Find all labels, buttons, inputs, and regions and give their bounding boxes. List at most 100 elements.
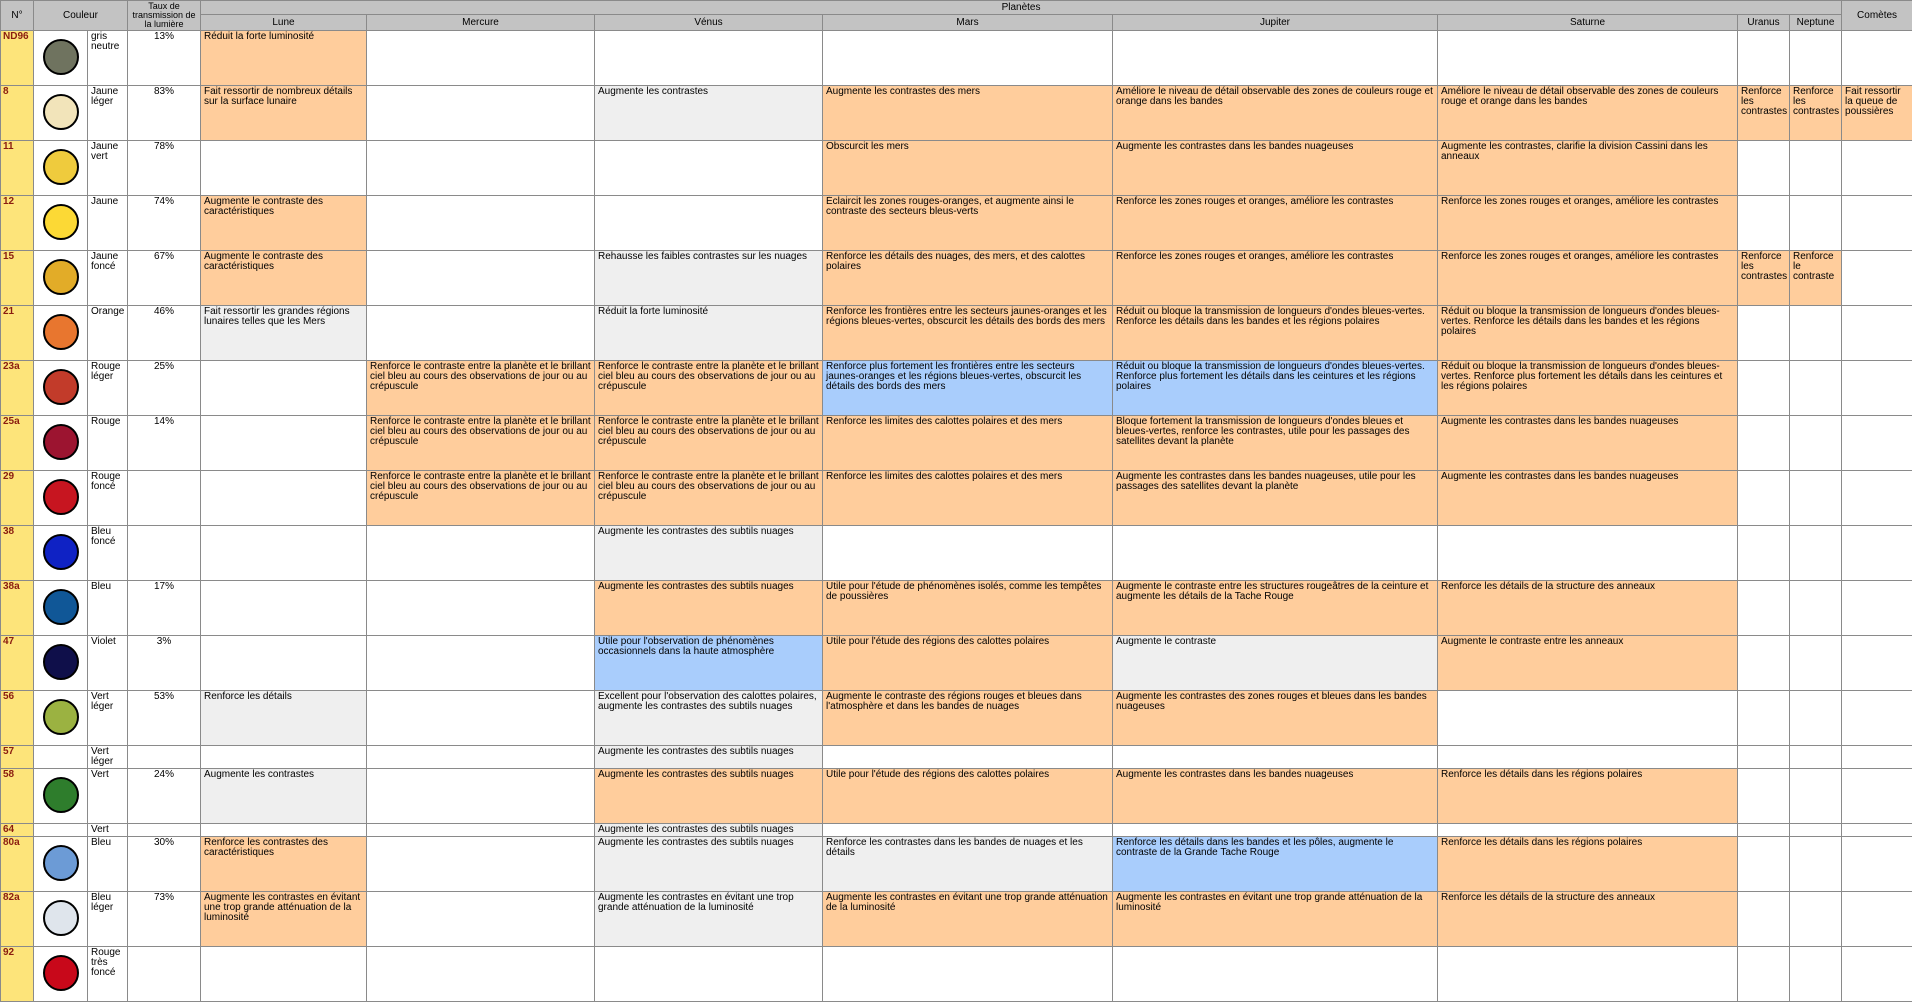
- cell-mars: Renforce les limites des calottes polair…: [822, 415, 1113, 471]
- cell-saturne: Renforce les détails de la structure des…: [1437, 891, 1738, 947]
- cell-saturne: Renforce les zones rouges et oranges, am…: [1437, 195, 1738, 251]
- cell-saturne: Augmente les contrastes dans les bandes …: [1437, 415, 1738, 471]
- cell-lune: [200, 823, 367, 837]
- color-swatch: [42, 776, 79, 813]
- cell-mercure: [366, 30, 595, 86]
- header-row-2: Lune Mercure Vénus Mars Jupiter Saturne …: [1, 14, 1912, 31]
- cell-venus: Augmente les contrastes des subtils nuag…: [594, 823, 823, 837]
- color-name: gris neutre: [87, 30, 128, 86]
- header-planet-mars: Mars: [822, 14, 1113, 31]
- cell-mercure: Renforce le contraste entre la planète e…: [366, 470, 595, 526]
- cell-cometes: [1841, 470, 1912, 526]
- cell-cometes: [1841, 690, 1912, 746]
- cell-mercure: Renforce le contraste entre la planète e…: [366, 415, 595, 471]
- cell-neptune: [1788, 415, 1843, 471]
- cell-saturne: [1437, 690, 1738, 746]
- table-row: 23a Rouge léger 25% Renforce le contraste e…: [0, 360, 1912, 416]
- cell-lune: Réduit la forte luminosité: [200, 30, 367, 86]
- cell-saturne: Augmente les contrastes, clarifie la div…: [1437, 140, 1738, 196]
- color-name: Bleu: [87, 580, 128, 636]
- color-swatch-cell: [33, 140, 88, 196]
- cell-lune: [200, 946, 367, 1002]
- cell-venus: Excellent pour l'observation des calotte…: [594, 690, 823, 746]
- cell-lune: Augmente les contrastes en évitant une t…: [200, 891, 367, 947]
- color-swatch-cell: [33, 250, 88, 306]
- header-comets: Comètes: [1841, 0, 1912, 31]
- cell-lune: Augmente le contraste des caractéristiqu…: [200, 195, 367, 251]
- cell-cometes: [1841, 360, 1912, 416]
- color-swatch-cell: [33, 525, 88, 581]
- cell-mars: Obscurcit les mers: [822, 140, 1113, 196]
- cell-jupiter: Renforce les zones rouges et oranges, am…: [1112, 250, 1438, 306]
- cell-mars: Augmente le contraste des régions rouges…: [822, 690, 1113, 746]
- cell-lune: [200, 635, 367, 691]
- header-color: Couleur: [33, 0, 128, 31]
- cell-cometes: [1841, 946, 1912, 1002]
- color-swatch-cell: [33, 85, 88, 141]
- cell-cometes: [1841, 836, 1912, 892]
- cell-mercure: [366, 195, 595, 251]
- cell-lune: Augmente le contraste des caractéristiqu…: [200, 250, 367, 306]
- table-row: 25a Rouge 14% Renforce le contraste entre l…: [0, 415, 1912, 471]
- cell-mercure: [366, 85, 595, 141]
- header-planet-jupiter: Jupiter: [1112, 14, 1438, 31]
- cell-uranus: [1737, 415, 1790, 471]
- cell-venus: Augmente les contrastes des subtils nuag…: [594, 580, 823, 636]
- cell-neptune: [1788, 836, 1843, 892]
- cell-jupiter: Améliore le niveau de détail observable …: [1112, 85, 1438, 141]
- cell-neptune: [1788, 690, 1843, 746]
- cell-venus: Utile pour l'observation de phénomènes o…: [594, 635, 823, 691]
- cell-jupiter: Réduit ou bloque la transmission de long…: [1112, 305, 1438, 361]
- color-name: Orange: [87, 305, 128, 361]
- cell-uranus: [1737, 195, 1790, 251]
- cell-venus: [594, 946, 823, 1002]
- cell-neptune: [1788, 745, 1843, 769]
- cell-uranus: [1737, 580, 1790, 636]
- color-swatch-cell: [33, 195, 88, 251]
- filter-number: 21: [0, 305, 34, 361]
- cell-lune: Augmente les contrastes: [200, 768, 367, 824]
- cell-mercure: [366, 891, 595, 947]
- cell-venus: Augmente les contrastes des subtils nuag…: [594, 768, 823, 824]
- header-planet-saturne: Saturne: [1437, 14, 1738, 31]
- cell-venus: Renforce le contraste entre la planète e…: [594, 470, 823, 526]
- cell-mars: Renforce les détails des nuages, des mer…: [822, 250, 1113, 306]
- cell-cometes: [1841, 415, 1912, 471]
- cell-mercure: [366, 836, 595, 892]
- transmission-rate: [127, 525, 201, 581]
- cell-mars: Augmente les contrastes en évitant une t…: [822, 891, 1113, 947]
- header-planet-neptune: Neptune: [1788, 14, 1843, 31]
- filter-number: 38: [0, 525, 34, 581]
- cell-lune: Renforce les contrastes des caractéristi…: [200, 836, 367, 892]
- color-swatch: [42, 643, 79, 680]
- transmission-rate: 25%: [127, 360, 201, 416]
- cell-mars: [822, 745, 1113, 769]
- cell-cometes: Fait ressortir la queue de poussières: [1841, 85, 1912, 141]
- color-swatch: [42, 258, 79, 295]
- color-name: Vert: [87, 768, 128, 824]
- cell-uranus: [1737, 836, 1790, 892]
- color-swatch: [42, 844, 79, 881]
- color-swatch-cell: [33, 415, 88, 471]
- transmission-rate: 24%: [127, 768, 201, 824]
- header-transmission: Taux de transmission de la lumière: [127, 0, 201, 31]
- cell-saturne: [1437, 30, 1738, 86]
- cell-jupiter: Augmente les contrastes dans les bandes …: [1112, 768, 1438, 824]
- cell-mercure: [366, 250, 595, 306]
- color-swatch-cell: [33, 690, 88, 746]
- table-row: ND96 gris neutre 13% Réduit la forte lumino…: [0, 30, 1912, 86]
- cell-mars: Éclaircit les zones rouges-oranges, et a…: [822, 195, 1113, 251]
- transmission-rate: 78%: [127, 140, 201, 196]
- cell-jupiter: [1112, 823, 1438, 837]
- transmission-rate: 83%: [127, 85, 201, 141]
- color-swatch-cell: [33, 580, 88, 636]
- color-name: Jaune léger: [87, 85, 128, 141]
- filter-number: 92: [0, 946, 34, 1002]
- color-name: Rouge très foncé: [87, 946, 128, 1002]
- cell-mercure: Renforce le contraste entre la planète e…: [366, 360, 595, 416]
- cell-venus: Augmente les contrastes en évitant une t…: [594, 891, 823, 947]
- cell-mercure: [366, 305, 595, 361]
- table-row: 58 Vert 24% Augmente les contrastes Augmente…: [0, 768, 1912, 824]
- cell-neptune: [1788, 946, 1843, 1002]
- cell-jupiter: [1112, 946, 1438, 1002]
